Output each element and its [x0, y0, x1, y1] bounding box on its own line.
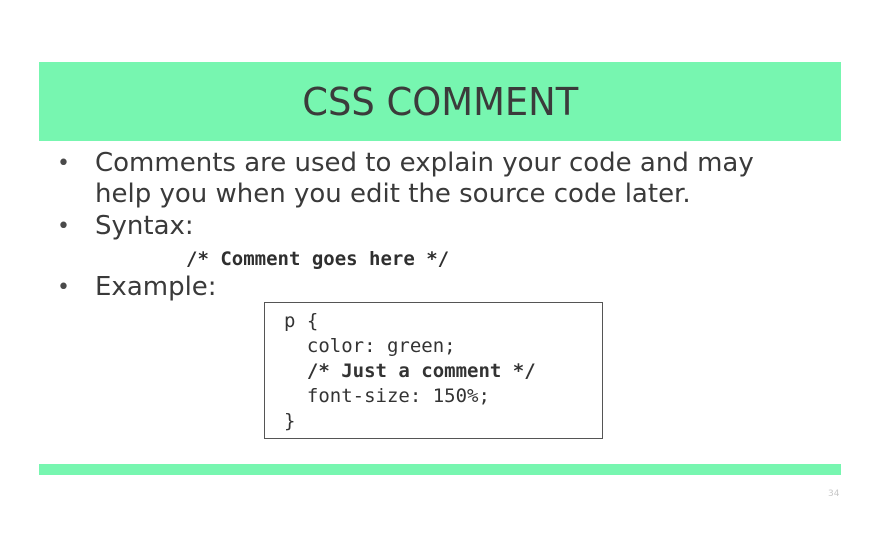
- code-line: }: [284, 410, 296, 432]
- slide-title: CSS COMMENT: [302, 79, 578, 124]
- example-code-box: p { color: green; /* Just a comment */ f…: [264, 302, 603, 439]
- bullet-example: • Example:: [57, 272, 815, 303]
- code-line: font-size: 150%;: [284, 385, 490, 407]
- bullet-marker: •: [57, 151, 70, 176]
- bullet-syntax: • Syntax:: [57, 211, 815, 242]
- syntax-code: /* Comment goes here */: [186, 248, 450, 270]
- bullet-text: Syntax:: [95, 211, 194, 241]
- page-number: 34: [828, 489, 840, 499]
- bullet-comments: • Comments are used to explain your code…: [57, 148, 815, 210]
- title-bar: CSS COMMENT: [39, 62, 841, 141]
- bullet-text: Comments are used to explain your code a…: [95, 148, 754, 209]
- code-comment-line: /* Just a comment */: [284, 360, 536, 382]
- code-line: p {: [284, 310, 319, 332]
- bullet-marker: •: [57, 214, 70, 239]
- bullet-text: Example:: [95, 272, 217, 302]
- bottom-accent-bar: [39, 464, 841, 475]
- bullet-marker: •: [57, 275, 70, 300]
- slide: CSS COMMENT • Comments are used to expla…: [0, 0, 880, 550]
- code-line: color: green;: [284, 335, 456, 357]
